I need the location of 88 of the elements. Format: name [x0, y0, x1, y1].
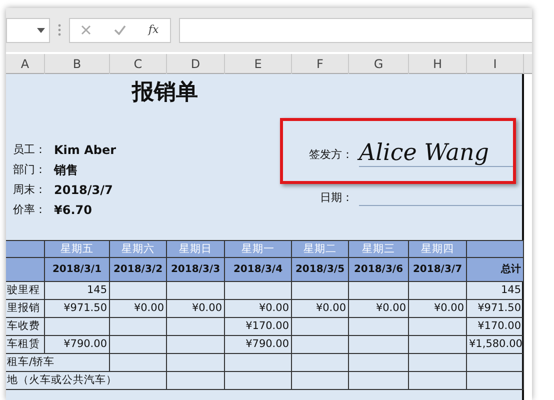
- day-header: 星期六: [110, 240, 167, 258]
- total-cell: [467, 354, 524, 372]
- row-label: 车租赁: [6, 336, 45, 354]
- row-label: 地（火车或公共汽车）: [6, 372, 167, 390]
- header-cell: [467, 240, 524, 258]
- field-value: Kim Aber: [53, 142, 116, 159]
- row-label: 驶里程: [6, 282, 45, 300]
- table-cell: [292, 336, 349, 354]
- table-cell: [110, 336, 167, 354]
- table-cell: ¥0.00: [110, 300, 167, 318]
- total-cell: ¥971.50: [467, 300, 524, 318]
- table-cell: 145: [45, 282, 110, 300]
- table-cell: [349, 318, 409, 336]
- table-cell: [167, 354, 225, 372]
- close-icon[interactable]: [81, 25, 92, 35]
- table-cell: ¥0.00: [409, 300, 467, 318]
- table-cell: [167, 318, 225, 336]
- table-cell: [349, 372, 409, 390]
- insert-function-button[interactable]: fx: [148, 22, 159, 38]
- table-cell: [167, 372, 225, 390]
- table-cell: [409, 336, 467, 354]
- row-label: 里报销: [6, 300, 45, 318]
- total-cell: ¥1,580.00: [467, 336, 524, 354]
- table-cell: ¥790.00: [45, 336, 110, 354]
- table-cell: [292, 318, 349, 336]
- table-cell: ¥0.00: [225, 300, 292, 318]
- table-cell: [349, 336, 409, 354]
- field-label: 价率：: [12, 202, 46, 218]
- total-header: 总计: [467, 258, 524, 282]
- table-cell: ¥0.00: [349, 300, 409, 318]
- table-cell: [292, 282, 349, 300]
- date-header: 2018/3/2: [110, 258, 167, 282]
- table-cell: [409, 372, 467, 390]
- table-cell: [292, 354, 349, 372]
- signature-text: Alice Wang: [359, 140, 513, 167]
- table-cell: ¥0.00: [167, 300, 225, 318]
- formula-input[interactable]: [179, 18, 532, 42]
- header-cell: [6, 258, 45, 282]
- table-cell: [349, 282, 409, 300]
- table-cell: ¥170.00: [225, 318, 292, 336]
- table-cell: ¥790.00: [225, 336, 292, 354]
- day-header: 星期四: [409, 240, 467, 258]
- field-value: 销售: [52, 162, 78, 179]
- date-header: 2018/3/4: [225, 258, 292, 282]
- day-header: 星期一: [225, 240, 292, 258]
- day-header: 星期三: [349, 240, 409, 258]
- table-cell: [110, 354, 167, 372]
- table-cell: [110, 318, 167, 336]
- grip-icon: [58, 24, 61, 36]
- name-box[interactable]: [6, 18, 50, 42]
- date-header: 2018/3/6: [349, 258, 409, 282]
- table-cell: [225, 282, 292, 300]
- form-title: 报销单: [130, 79, 199, 107]
- table-cell: [225, 354, 292, 372]
- table-cell: [292, 372, 349, 390]
- caret-icon: [37, 28, 45, 32]
- table-cell: [349, 354, 409, 372]
- table-cell: [167, 282, 225, 300]
- row-label: 车收费: [6, 318, 45, 336]
- table-cell: [225, 372, 292, 390]
- field-label: 周末：: [12, 182, 46, 198]
- date-header: 2018/3/7: [409, 258, 467, 282]
- table-cell: [409, 354, 467, 372]
- table-cell: [409, 282, 467, 300]
- field-label: 签发方：: [308, 146, 353, 162]
- check-icon[interactable]: [114, 25, 126, 35]
- table-cell: ¥971.50: [45, 300, 110, 318]
- table-cell: ¥0.00: [292, 300, 349, 318]
- field-label: 员工：: [12, 142, 46, 158]
- date-header: 2018/3/3: [167, 258, 225, 282]
- total-cell: [467, 372, 524, 390]
- day-header: 星期五: [45, 240, 110, 258]
- header-cell: [6, 240, 45, 258]
- table-cell: [110, 282, 167, 300]
- table-cell: [409, 318, 467, 336]
- field-label: 日期：: [319, 190, 353, 206]
- day-header: 星期二: [292, 240, 349, 258]
- field-value: 2018/3/7: [53, 182, 113, 199]
- table-cell: [167, 336, 225, 354]
- total-cell: 145: [467, 282, 524, 300]
- table-cell: [45, 318, 110, 336]
- total-cell: ¥170.00: [467, 318, 524, 336]
- field-value: ¥6.70: [53, 202, 92, 219]
- row-label: 租车/轿车: [6, 354, 110, 372]
- field-label: 部门：: [12, 162, 46, 178]
- day-header: 星期日: [167, 240, 225, 258]
- date-header: 2018/3/5: [292, 258, 349, 282]
- date-header: 2018/3/1: [45, 258, 110, 282]
